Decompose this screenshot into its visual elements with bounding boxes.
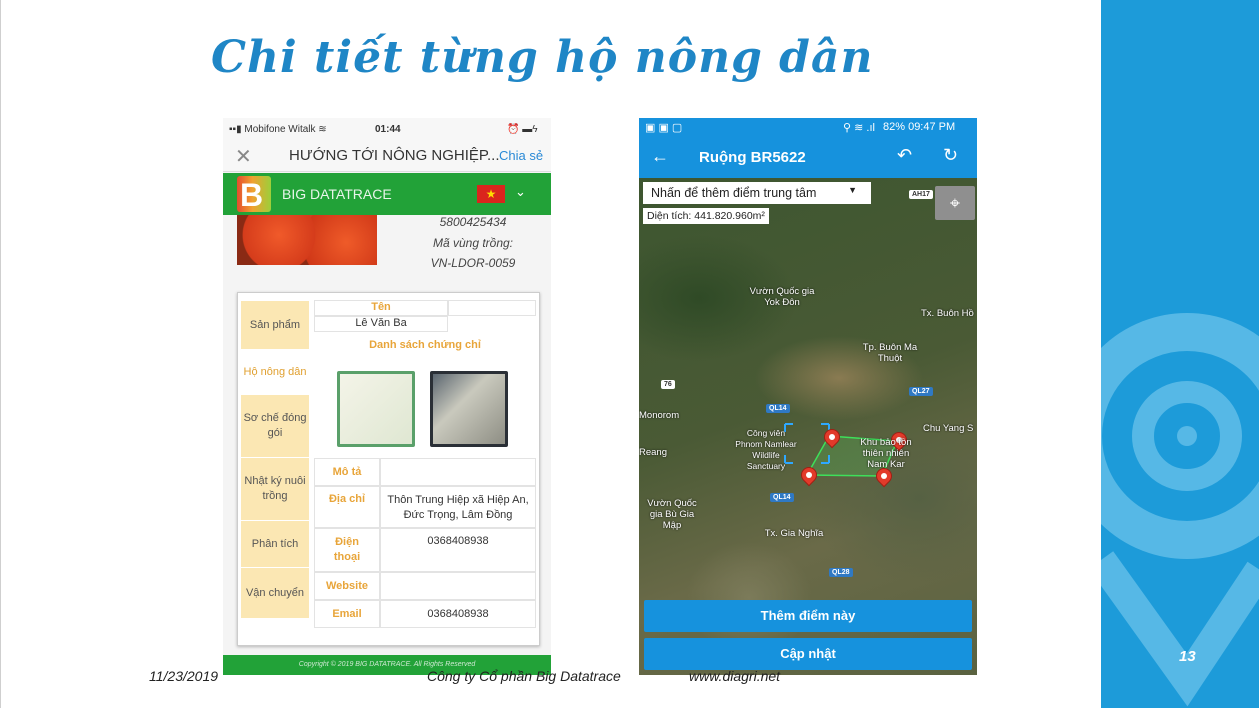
cert-title: Danh sách chứng chỉ [369, 339, 481, 351]
meta-line: 5800425434 [439, 215, 507, 229]
map-label: Chu Yang S [923, 423, 974, 434]
caret-down-icon: ▼ [848, 185, 857, 195]
map-label: Monorom [639, 410, 680, 421]
name-value: Lê Văn Ba [314, 316, 448, 332]
battery-icon: ⏰ ▬ϟ [507, 124, 538, 135]
phone-label: Điện thoại [314, 528, 380, 572]
map-label: Reang [639, 447, 667, 458]
slide-date: 11/23/2019 [149, 668, 219, 684]
nav-bar: ✕ HƯỚNG TỚI NÔNG NGHIỆP... Chia sẻ [223, 140, 551, 172]
tab-phan-tich[interactable]: Phân tích [241, 521, 309, 567]
app-bar: ← Ruộng BR5622 ↶ ↻ [639, 138, 977, 178]
status-time: 01:44 [375, 124, 401, 135]
phone-left-screenshot: ▪▪▮ Mobifone Witalk ≋ 01:44 ⏰ ▬ϟ ✕ HƯỚNG… [223, 118, 551, 675]
nav-title: HƯỚNG TỚI NÔNG NGHIỆP... [289, 147, 500, 164]
tab-san-pham[interactable]: Sản phẩm [241, 301, 309, 349]
certificate-image[interactable] [337, 371, 415, 447]
share-button[interactable]: Chia sẻ [499, 148, 543, 163]
notification-icons: ▣ ▣ ▢ [645, 122, 683, 134]
map-label: Tx. Gia Nghĩa [764, 528, 824, 539]
locate-icon[interactable]: ⌖ [935, 186, 975, 220]
road-label: QL28 [829, 568, 853, 577]
product-image [237, 215, 377, 265]
status-bar: ▣ ▣ ▢ ⚲ ≋ .ıl 82% 09:47 PM [639, 118, 977, 138]
refresh-icon[interactable]: ↻ [943, 145, 958, 166]
website-label: Website [314, 572, 380, 600]
road-label: 76 [661, 380, 675, 389]
address-value: Thôn Trung Hiệp xã Hiệp An, Đức Trọng, L… [380, 486, 536, 528]
desc-label: Mô tả [314, 458, 380, 486]
name-label: Tên [314, 300, 448, 316]
map-label: Vườn Quốc gia Yok Đôn [749, 286, 815, 308]
arrow-left-icon[interactable]: ← [651, 146, 669, 167]
tab-so-che[interactable]: Sơ chế đóng gói [241, 395, 309, 457]
map-label: Công viên Phnom Namlear Wildlife Sanctua… [735, 428, 797, 471]
phone-right-screenshot: ▣ ▣ ▢ ⚲ ≋ .ıl 82% 09:47 PM ← Ruộng BR562… [639, 118, 977, 675]
road-label: QL27 [909, 387, 933, 396]
email-label: Email [314, 600, 380, 628]
email-value: 0368408938 [380, 600, 536, 628]
certificate-image[interactable] [430, 371, 508, 447]
undo-icon[interactable]: ↶ [897, 145, 912, 166]
brand-bar: B BIG DATATRACE ★ ⌄ [223, 173, 551, 215]
meta-line: Mã vùng trồng: [432, 236, 514, 250]
road-label: QL14 [770, 493, 794, 502]
add-point-button[interactable]: Thêm điểm này [644, 600, 972, 632]
flag-icon[interactable]: ★ [477, 185, 505, 203]
chevron-down-icon[interactable]: ⌄ [515, 184, 526, 200]
phone-value: 0368408938 [380, 528, 536, 572]
slide-title: Chi tiết từng hộ nông dân [211, 32, 874, 83]
close-icon[interactable]: ✕ [235, 144, 252, 169]
status-bar: ▪▪▮ Mobifone Witalk ≋ 01:44 ⏰ ▬ϟ [223, 118, 551, 140]
carrier: ▪▪▮ Mobifone Witalk ≋ [229, 124, 327, 135]
meta-line: VN-LDOR-0059 [430, 256, 516, 270]
map-label: Vườn Quốc gia Bù Gia Mập [647, 498, 697, 531]
desc-value [380, 458, 536, 486]
road-label: AH17 [909, 190, 933, 199]
map-label: Tp. Buôn Ma Thuột [862, 342, 918, 364]
name-spacer [448, 300, 536, 316]
slide: Chi tiết từng hộ nông dân ▪▪▮ Mobifone W… [0, 0, 1259, 708]
signal-icon: ⚲ ≋ .ıl [843, 122, 875, 134]
area-readout: Diện tích: 441.820.960m² [643, 208, 769, 224]
update-button[interactable]: Cập nhật [644, 638, 972, 670]
website-link[interactable]: www.diagri.net [689, 668, 780, 684]
farmer-card: Sản phẩm Hộ nông dân Sơ chế đóng gói Nhậ… [237, 292, 540, 646]
road-label: QL14 [766, 404, 790, 413]
tab-ho-nong-dan[interactable]: Hộ nông dân [241, 350, 309, 394]
map-label: Khu bảo tồn thiên nhiên Nam Kar [860, 437, 912, 470]
status-right: 82% 09:47 PM [883, 121, 956, 133]
company-name: Công ty Cổ phần Big Datatrace [427, 668, 621, 684]
decorative-panel: 13 [1101, 0, 1259, 708]
slide-number: 13 [1179, 648, 1196, 665]
tab-van-chuyen[interactable]: Vận chuyển [241, 568, 309, 618]
logo: B [237, 176, 271, 213]
location-pin-graphic [1101, 313, 1259, 707]
brand-name: BIG DATATRACE [282, 186, 392, 202]
field-title: Ruộng BR5622 [699, 149, 806, 166]
tab-nhat-ky[interactable]: Nhật ký nuôi trồng [241, 458, 309, 520]
address-label: Địa chỉ [314, 486, 380, 528]
map-label: Tx. Buôn Hồ [921, 308, 974, 319]
center-point-dropdown[interactable]: Nhấn để thêm điểm trung tâm ▼ [643, 182, 871, 204]
website-value [380, 572, 536, 600]
